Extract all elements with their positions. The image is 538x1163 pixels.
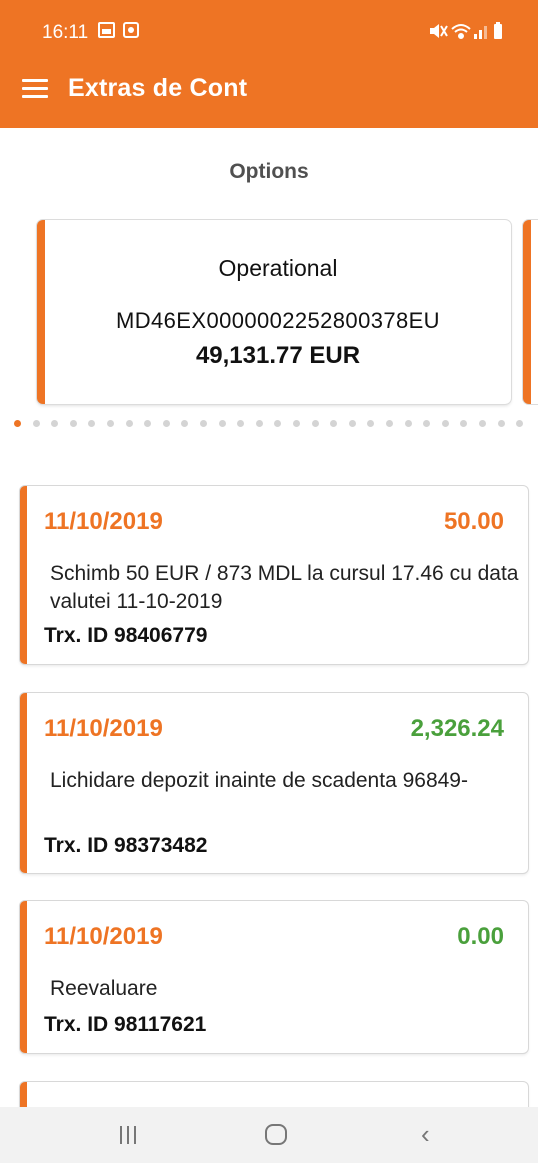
account-pager-dots[interactable]: [14, 420, 534, 430]
pager-dot[interactable]: [107, 420, 114, 427]
pager-dot[interactable]: [51, 420, 59, 427]
hamburger-menu-icon[interactable]: [22, 79, 48, 99]
transaction-amount: 0.00: [457, 923, 504, 950]
pager-dot[interactable]: [237, 420, 245, 427]
home-icon[interactable]: [265, 1124, 287, 1145]
transaction-description: Lichidare depozit inainte de scadenta 96…: [50, 769, 468, 792]
mute-icon: [430, 24, 448, 38]
pager-dot[interactable]: [330, 420, 338, 427]
transaction-description: Schimb 50 EUR / 873 MDL la cursul 17.46 …: [50, 562, 519, 613]
status-icons: [430, 22, 502, 39]
transaction-date: 11/10/2019: [44, 508, 163, 535]
pager-dot[interactable]: [404, 420, 412, 427]
back-icon[interactable]: ‹: [421, 1121, 430, 1147]
pager-dot[interactable]: [88, 420, 96, 427]
pager-dot[interactable]: [200, 420, 207, 427]
pager-dot[interactable]: [255, 420, 263, 427]
account-balance: 49,131.77 EUR: [195, 342, 361, 369]
pager-dot[interactable]: [144, 420, 152, 427]
pager-dot[interactable]: [311, 420, 319, 427]
pager-dot[interactable]: [32, 420, 40, 427]
pager-dot[interactable]: [218, 420, 226, 427]
pager-dot[interactable]: [181, 420, 189, 427]
pager-dot[interactable]: [69, 420, 77, 427]
system-nav-bar: ‹: [0, 1107, 538, 1163]
options-heading[interactable]: Options: [0, 160, 538, 184]
transaction-id: Trx. ID 98406779: [44, 624, 208, 647]
transaction-id: Trx. ID 98373482: [44, 834, 208, 857]
transaction-amount: 2,326.24: [410, 715, 504, 742]
transaction-date: 11/10/2019: [44, 923, 163, 950]
transaction-card[interactable]: 11/10/2019 2,326.24 Lichidare depozit in…: [20, 693, 528, 873]
page-title: Extras de Cont: [68, 74, 248, 102]
pager-dot[interactable]: [497, 420, 505, 427]
pager-dot[interactable]: [516, 420, 524, 427]
wifi-icon: [451, 24, 471, 39]
pager-dot[interactable]: [460, 420, 468, 427]
battery-icon: [494, 22, 502, 39]
pager-dot-active[interactable]: [14, 420, 21, 427]
next-account-card[interactable]: [523, 220, 538, 404]
recent-apps-icon[interactable]: [120, 1126, 138, 1144]
pager-dot[interactable]: [441, 420, 449, 427]
transaction-amount: 50.00: [443, 508, 504, 535]
transaction-date: 11/10/2019: [44, 715, 163, 742]
status-bar: 16:11: [0, 0, 538, 56]
account-iban: MD46EX0000002252800378EU: [116, 308, 440, 333]
gallery-notification-icon: [98, 22, 115, 38]
pager-dot[interactable]: [367, 420, 375, 427]
app-bar: Extras de Cont: [0, 56, 538, 128]
pager-dot[interactable]: [293, 420, 300, 427]
pager-dot[interactable]: [386, 420, 393, 427]
transaction-description: Reevaluare: [50, 977, 158, 1000]
transaction-card[interactable]: 11/10/2019 0.00 Reevaluare Trx. ID 98117…: [20, 901, 528, 1053]
pager-dot[interactable]: [274, 420, 282, 427]
pager-dot[interactable]: [423, 420, 431, 427]
signal-icon: [474, 26, 487, 39]
pager-dot[interactable]: [348, 420, 356, 427]
pager-dot[interactable]: [162, 420, 170, 427]
status-time: 16:11: [42, 22, 89, 43]
transaction-card[interactable]: 11/10/2019 50.00 Schimb 50 EUR / 873 MDL…: [20, 486, 528, 664]
pager-dot[interactable]: [125, 420, 133, 427]
account-name: Operational: [218, 255, 338, 281]
transaction-id: Trx. ID 98117621: [44, 1013, 207, 1036]
account-card[interactable]: Operational MD46EX0000002252800378EU 49,…: [37, 220, 511, 404]
pager-dot[interactable]: [479, 420, 486, 427]
app-notification-icon: [123, 22, 139, 38]
